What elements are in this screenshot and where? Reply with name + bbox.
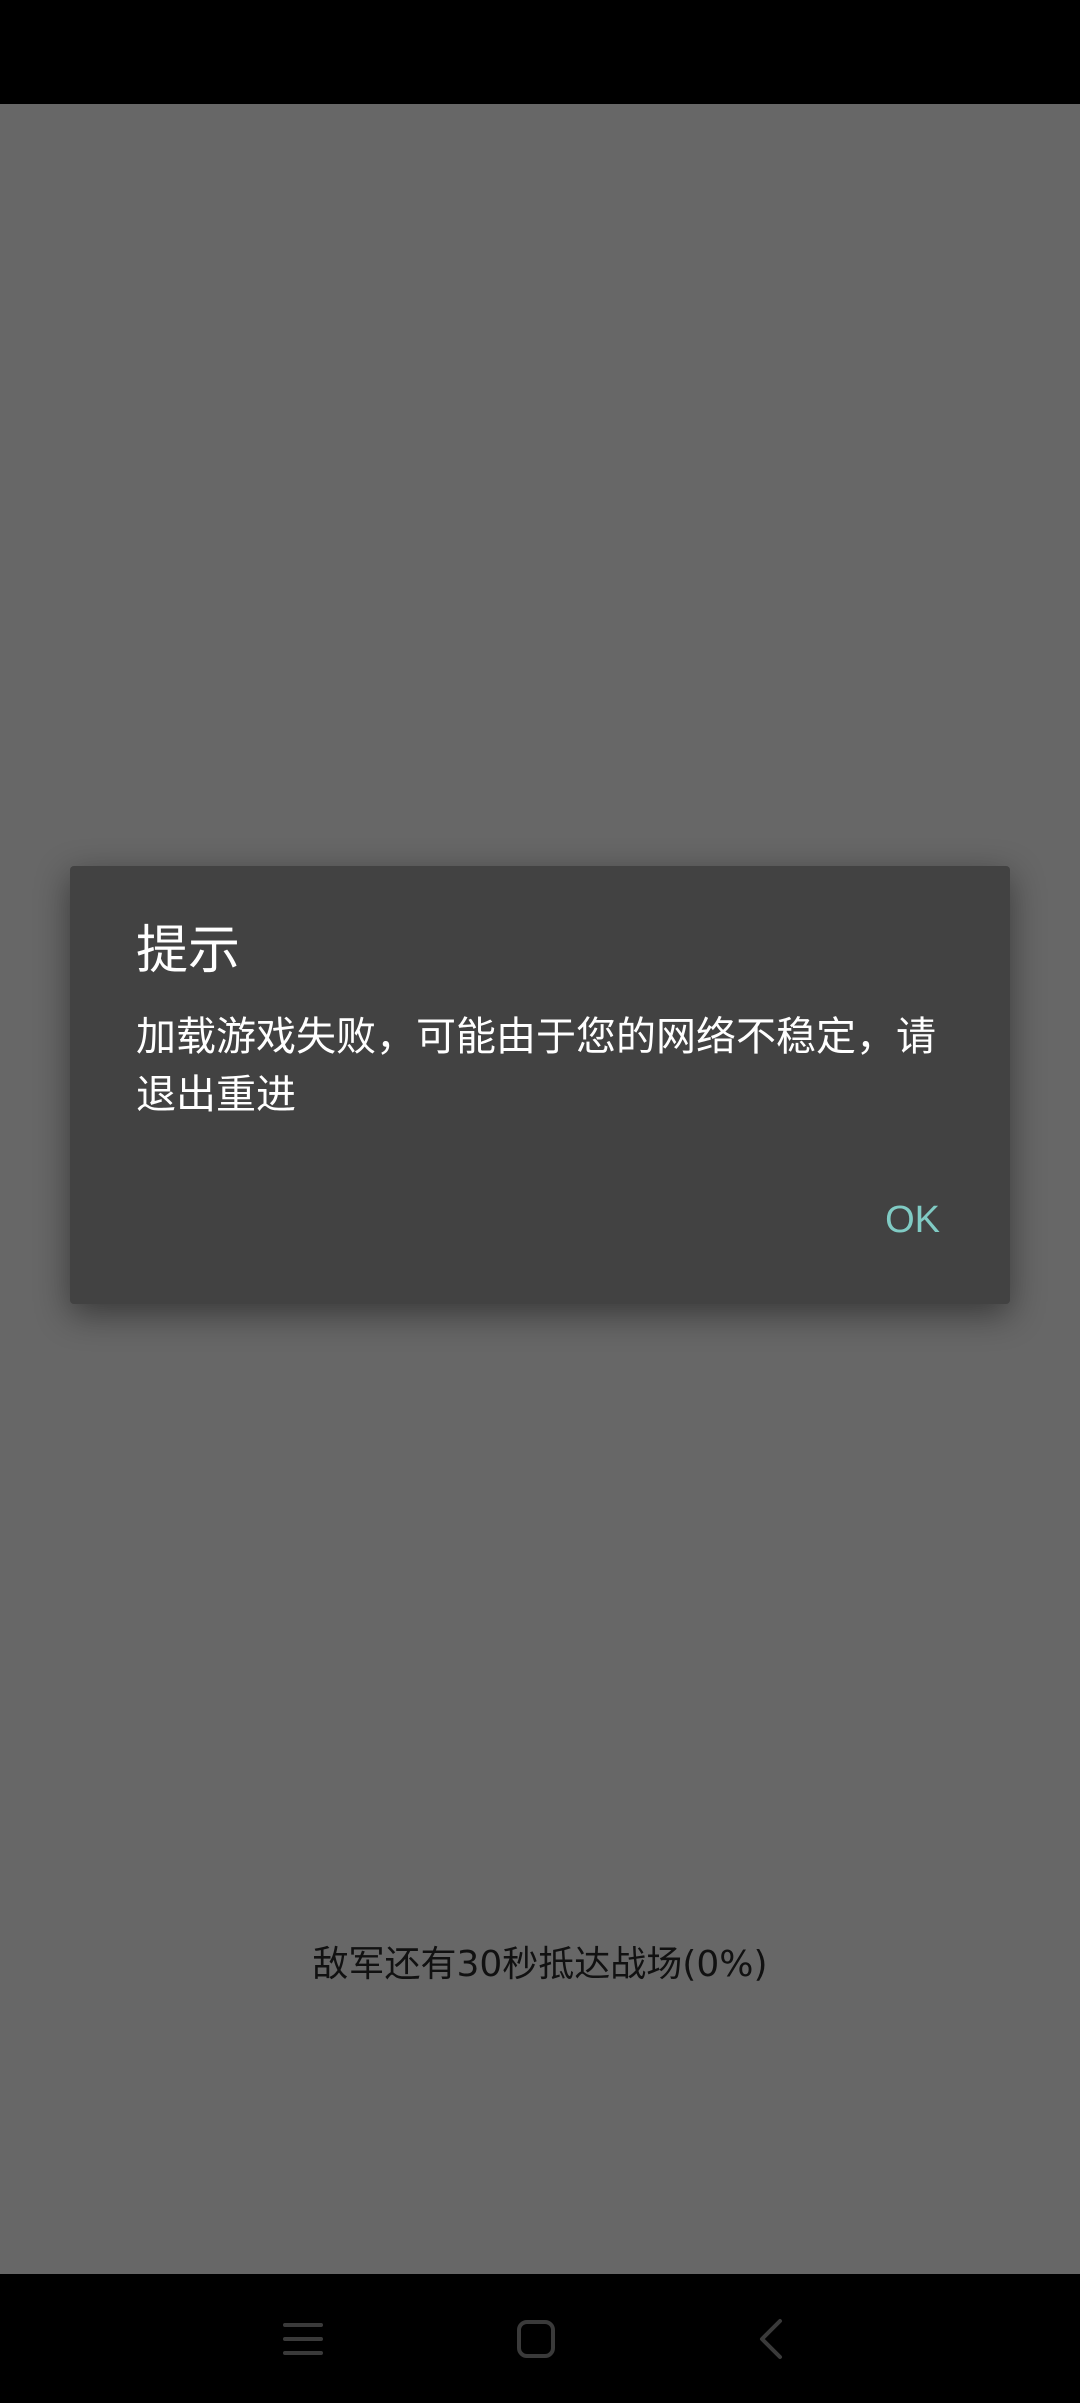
home-button[interactable] [491, 2304, 581, 2374]
back-button[interactable] [726, 2304, 816, 2374]
home-icon [517, 2320, 555, 2358]
loading-status-text: 敌军还有30秒抵达战场(0%) [312, 1944, 768, 1985]
menu-icon [283, 2323, 323, 2355]
status-bar [0, 0, 1080, 104]
navigation-bar [0, 2274, 1080, 2403]
ok-button[interactable]: OK [885, 1192, 940, 1248]
back-icon [760, 2319, 782, 2359]
dialog-message: 加载游戏失败，可能由于您的网络不稳定，请退出重进 [136, 1014, 936, 1118]
recent-apps-button[interactable] [258, 2304, 348, 2374]
dialog-title: 提示 [136, 921, 241, 981]
alert-dialog: 提示 加载游戏失败，可能由于您的网络不稳定，请退出重进 OK [70, 866, 1010, 1304]
